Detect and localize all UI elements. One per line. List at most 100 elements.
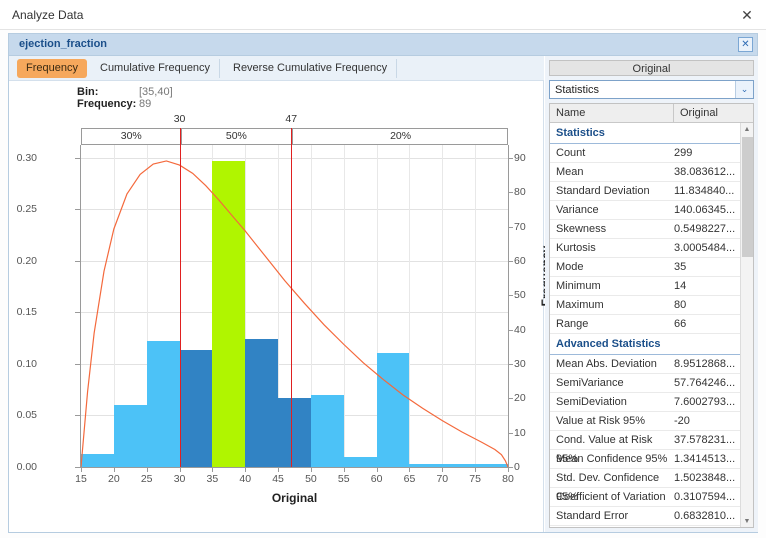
x-tick-mark (81, 467, 82, 472)
table-row[interactable]: Kurtosis3.0005484... (550, 239, 753, 258)
close-icon[interactable]: ✕ (738, 6, 756, 24)
window-title: Analyze Data (12, 8, 83, 22)
x-tick: 60 (371, 473, 383, 485)
percentile-marker[interactable] (291, 128, 292, 467)
table-row[interactable]: Standard Error0.6832810... (550, 507, 753, 526)
table-row[interactable]: Std. Dev. Confidence 95%1.5023848... (550, 469, 753, 488)
y-tick-mark-left (75, 209, 80, 210)
x-tick: 75 (469, 473, 481, 485)
y-tick-mark-right (508, 364, 513, 365)
table-row[interactable]: Range66 (550, 315, 753, 334)
y-tick-mark-right (508, 192, 513, 193)
y-tick-left: 0.10 (0, 358, 37, 370)
x-tick: 55 (338, 473, 350, 485)
column-header-name[interactable]: Name (550, 104, 674, 122)
y-tick-left: 0.20 (0, 255, 37, 267)
stat-value: 7.6002793... (674, 393, 746, 411)
percentile-marker[interactable] (180, 128, 181, 467)
stat-name: Standard Deviation (550, 182, 674, 200)
chart-card: Bin:[35,40] Frequency:89 30%50%20% Relat… (9, 81, 544, 532)
percent-band-segment[interactable]: 20% (292, 129, 509, 144)
table-row[interactable]: Expected Loss0 (550, 526, 753, 528)
y-tick-left: 0.15 (0, 306, 37, 318)
frequency-value: 89 (139, 98, 151, 110)
x-tick-mark (311, 467, 312, 472)
y-tick-mark-right (508, 433, 513, 434)
y-tick-mark-right (508, 398, 513, 399)
chevron-down-icon[interactable]: ⌄ (735, 81, 753, 98)
x-tick-mark (180, 467, 181, 472)
scroll-down-icon[interactable]: ▼ (741, 515, 753, 528)
y-tick-mark-right (508, 261, 513, 262)
stat-name: Minimum (550, 277, 674, 295)
x-tick: 50 (305, 473, 317, 485)
bin-info: Bin:[35,40] Frequency:89 (77, 86, 173, 110)
table-row[interactable]: Mean Confidence 95%1.3414513... (550, 450, 753, 469)
y-tick-mark-left (75, 467, 80, 468)
x-tick: 20 (108, 473, 120, 485)
table-row[interactable]: Cond. Value at Risk 95%37.578231... (550, 431, 753, 450)
y-tick-left: 0.30 (0, 152, 37, 164)
original-column-header: Original (549, 60, 754, 76)
stat-name: Value at Risk 95% (550, 412, 674, 430)
column-header-original[interactable]: Original (674, 104, 746, 122)
stat-value: 299 (674, 144, 746, 162)
fitted-curve (81, 145, 508, 467)
stat-name: Mean Abs. Deviation (550, 355, 674, 373)
stat-value: 0.6832810... (674, 507, 746, 525)
statistics-grid-header: Name Original (550, 104, 753, 123)
scroll-up-icon[interactable]: ▲ (741, 123, 753, 136)
stat-name: Mode (550, 258, 674, 276)
percent-band-segment[interactable]: 50% (181, 129, 293, 144)
table-row[interactable]: Mean Abs. Deviation8.9512868... (550, 355, 753, 374)
y-tick-right: 60 (514, 255, 544, 267)
stat-value: 0 (674, 526, 746, 528)
table-row[interactable]: Value at Risk 95%-20 (550, 412, 753, 431)
percent-band-segment[interactable]: 30% (82, 129, 181, 144)
bin-value: [35,40] (139, 86, 173, 98)
tab-reverse-cumulative-frequency[interactable]: Reverse Cumulative Frequency (224, 59, 397, 78)
statistics-select-value: Statistics (555, 84, 599, 96)
table-row[interactable]: Count299 (550, 144, 753, 163)
stat-name: Range (550, 315, 674, 333)
table-row[interactable]: SemiVariance57.764246... (550, 374, 753, 393)
scrollbar-thumb[interactable] (742, 137, 753, 257)
table-row[interactable]: Coefficient of Variation0.3107594... (550, 488, 753, 507)
table-row[interactable]: Minimum14 (550, 277, 753, 296)
y-tick-mark-right (508, 227, 513, 228)
x-tick-mark (377, 467, 378, 472)
table-row[interactable]: Mode35 (550, 258, 753, 277)
stat-value: 80 (674, 296, 746, 314)
table-row[interactable]: SemiDeviation7.6002793... (550, 393, 753, 412)
stat-name: Mean Confidence 95% (550, 450, 674, 468)
band-divider (181, 129, 182, 144)
stat-name: Std. Dev. Confidence 95% (550, 469, 674, 487)
x-tick: 65 (404, 473, 416, 485)
statistics-scrollbar[interactable]: ▲ ▼ (740, 123, 753, 528)
stat-name: SemiDeviation (550, 393, 674, 411)
stat-value: 0.3107594... (674, 488, 746, 506)
table-row[interactable]: Maximum80 (550, 296, 753, 315)
table-row[interactable]: Standard Deviation11.834840... (550, 182, 753, 201)
stat-value: 1.5023848... (674, 469, 746, 487)
tab-cumulative-frequency[interactable]: Cumulative Frequency (91, 59, 220, 78)
marker-label: 47 (285, 113, 297, 125)
y-tick-left: 0.25 (0, 203, 37, 215)
tab-frequency[interactable]: Frequency (17, 59, 87, 78)
bin-label: Bin: (77, 86, 139, 98)
table-row[interactable]: Variance140.06345... (550, 201, 753, 220)
stat-name: Maximum (550, 296, 674, 314)
x-tick-mark (278, 467, 279, 472)
table-row[interactable]: Mean38.083612... (550, 163, 753, 182)
analysis-panel: ejection_fraction ✕ FrequencyCumulative … (8, 33, 758, 533)
y-tick-right: 20 (514, 392, 544, 404)
panel-close-icon[interactable]: ✕ (738, 37, 753, 52)
x-tick-mark (212, 467, 213, 472)
table-row[interactable]: Skewness0.5498227... (550, 220, 753, 239)
y-tick-left: 0.00 (0, 461, 37, 473)
y-tick-mark-right (508, 158, 513, 159)
y-tick-mark-right (508, 330, 513, 331)
x-tick: 45 (272, 473, 284, 485)
statistics-select[interactable]: Statistics ⌄ (549, 80, 754, 99)
x-axis (80, 467, 509, 468)
